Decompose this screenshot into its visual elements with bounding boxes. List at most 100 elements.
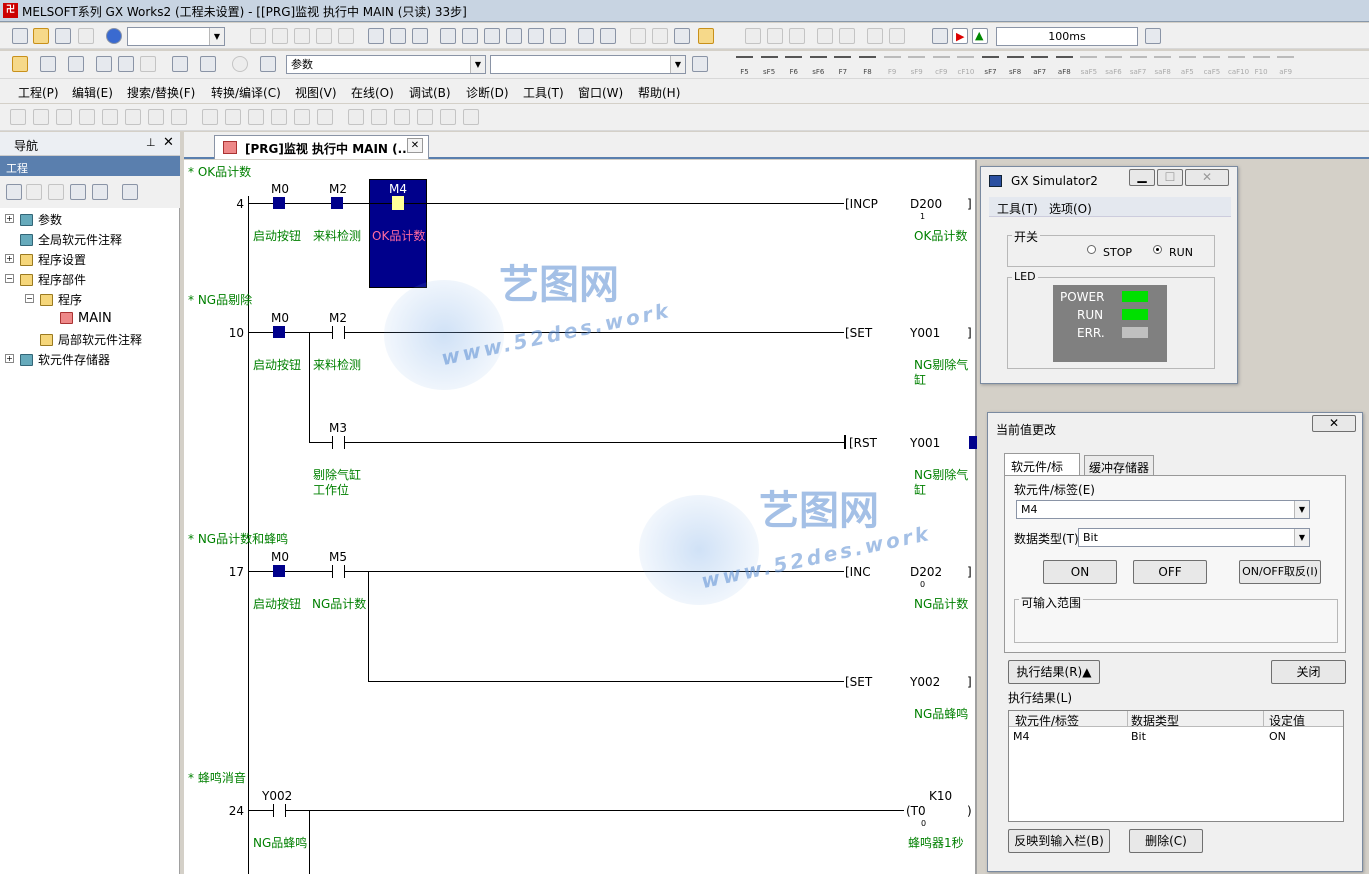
device-list-icon[interactable] [412,28,428,44]
project-view-icon[interactable] [12,56,28,72]
ladder-tool-7-icon[interactable] [889,28,905,44]
new-file-icon[interactable] [12,28,28,44]
tree-item-program-settings[interactable]: 程序设置 [20,251,86,268]
minimize-button[interactable]: ▁ [1129,169,1155,186]
write-plc-icon[interactable] [440,28,456,44]
contact-y002[interactable] [273,804,286,817]
zoom-icon[interactable] [200,56,216,72]
tree-item-program[interactable]: 程序 [40,291,82,308]
help-icon-2[interactable] [232,56,248,72]
ladder-symbol-1-icon[interactable] [10,109,26,125]
fkey-af8-button[interactable]: aF8 [1055,56,1073,76]
warning-icon[interactable]: ▲ [972,28,988,44]
fkey-f5-button[interactable]: F5 [736,56,753,76]
col-value[interactable]: 设定值 [1269,712,1305,729]
fkey-saf6-button[interactable]: saF6 [1105,56,1122,76]
contact-m5-rising[interactable] [332,565,345,578]
device-input[interactable]: M4 ▼ [1016,500,1310,519]
menu-online[interactable]: 在线(O) [351,84,394,101]
ladder-tool-2-icon[interactable] [767,28,783,44]
scan-icon[interactable] [1145,28,1161,44]
fkey-sf7-button[interactable]: sF7 [982,56,999,76]
fkey-cf9-button[interactable]: cF9 [932,56,950,76]
result-toggle-button[interactable]: 执行结果(R)▲ [1008,660,1100,684]
ladder-symbol-3-icon[interactable] [56,109,72,125]
ladder-symbol-11-icon[interactable] [248,109,264,125]
pin-icon[interactable]: ⊥ [146,136,156,149]
read-plc-icon[interactable] [462,28,478,44]
monitor-icon[interactable] [506,28,522,44]
ladder-symbol-7-icon[interactable] [148,109,164,125]
fkey-f8-button[interactable]: F8 [859,56,876,76]
ladder-symbol-14-icon[interactable] [317,109,333,125]
instruction-rst[interactable]: [RST [849,436,877,450]
view-mode-icon[interactable] [172,56,188,72]
fkey-saf5-button[interactable]: saF5 [1080,56,1098,76]
expand-toggle[interactable]: + [5,354,14,363]
dev-b-icon[interactable] [118,56,134,72]
dev-a-icon[interactable] [96,56,112,72]
cross-ref-icon[interactable] [390,28,406,44]
col-device[interactable]: 软元件/标签 [1015,712,1079,729]
menu-edit[interactable]: 编辑(E) [72,84,113,101]
table-row[interactable]: M4 Bit ON [1009,728,1343,744]
sim-menu-options[interactable]: 选项(O) [1049,200,1092,217]
instruction-inc[interactable]: [INC [845,565,871,579]
contact-m2[interactable] [332,326,345,339]
device-dev-icon[interactable] [578,28,594,44]
simulation-icon[interactable] [698,28,714,44]
contact-m4[interactable] [392,196,404,210]
destination-y001[interactable]: Y001 [910,436,940,450]
col-type[interactable]: 数据类型 [1131,712,1179,729]
contact-m3[interactable] [332,436,345,449]
ladder-tool-4-icon[interactable] [817,28,833,44]
fkey-f9-button[interactable]: F9 [883,56,901,76]
menu-search[interactable]: 搜索/替换(F) [127,84,195,101]
ladder-symbol-20-icon[interactable] [463,109,479,125]
paste-icon[interactable] [294,28,310,44]
melsoft-app-icon[interactable]: 卍 [3,3,18,18]
destination-d200[interactable]: D200 [910,197,942,211]
tree-item-device-memory[interactable]: 软元件存储器 [20,351,110,368]
print-icon[interactable] [78,28,94,44]
toggle-button[interactable]: ON/OFF取反(I) [1239,560,1321,584]
program-view-icon[interactable] [40,56,56,72]
save-icon[interactable] [55,28,71,44]
menu-window[interactable]: 窗口(W) [578,84,623,101]
paste-data-icon[interactable] [48,184,64,200]
expand-toggle[interactable]: + [5,254,14,263]
record-icon[interactable]: ▶ [952,28,968,44]
redo-icon[interactable] [338,28,354,44]
fkey-saf8-button[interactable]: saF8 [1154,56,1172,76]
batch-monitor-icon[interactable] [550,28,566,44]
fkey-sf8-button[interactable]: sF8 [1006,56,1024,76]
fkey-cf10-button[interactable]: cF10 [957,56,975,76]
menu-view[interactable]: 视图(V) [295,84,337,101]
copy-icon[interactable] [272,28,288,44]
off-button[interactable]: OFF [1133,560,1207,584]
fkey-af5-button[interactable]: aF5 [1178,56,1196,76]
ladder-symbol-17-icon[interactable] [394,109,410,125]
ladder-tool-5-icon[interactable] [839,28,855,44]
ladder-symbol-15-icon[interactable] [348,109,364,125]
fkey-sf9-button[interactable]: sF9 [908,56,926,76]
cut-icon[interactable] [250,28,266,44]
device-dev2-icon[interactable] [600,28,616,44]
fkey-af9-button[interactable]: aF9 [1277,56,1295,76]
on-button[interactable]: ON [1043,560,1117,584]
contact-m0-on[interactable] [273,326,285,338]
destination-y001[interactable]: Y001 [910,326,940,340]
tree-item-main[interactable]: MAIN [60,311,112,326]
stop-radio[interactable] [1087,245,1096,254]
menu-help[interactable]: 帮助(H) [638,84,680,101]
instruction-set[interactable]: [SET [845,326,872,340]
contact-m2-falling[interactable] [331,197,343,209]
refresh-icon[interactable] [92,184,108,200]
binoculars-icon[interactable] [260,56,276,72]
ladder-tool-6-icon[interactable] [867,28,883,44]
new-data-icon[interactable] [6,184,22,200]
tab-buffer-memory[interactable]: 缓冲存储器 [1084,455,1154,475]
dev-c-icon[interactable] [140,56,156,72]
ladder-symbol-10-icon[interactable] [225,109,241,125]
ladder-symbol-8-icon[interactable] [171,109,187,125]
